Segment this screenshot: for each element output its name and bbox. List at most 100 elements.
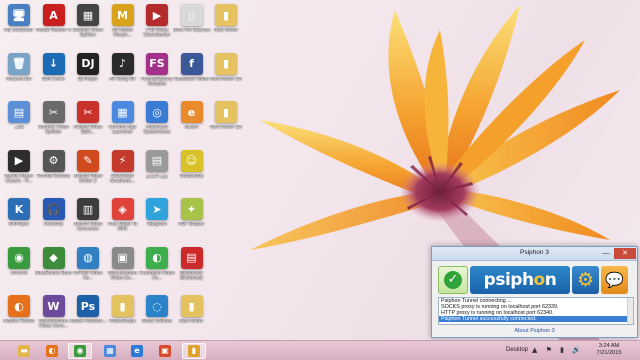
- taskbar: ▬ ◐ ◉ ▦ e ▣ ▮ Desktop ▲ ⚑ ▮ 🔊 3:24 AM 7/21/201…: [0, 340, 640, 360]
- feedback-speech-bubble-icon[interactable]: 💬: [601, 266, 628, 294]
- taskbar-button[interactable]: ▦: [98, 343, 122, 359]
- desktop-shortcut[interactable]: ◌ Glary Utilities: [139, 294, 175, 342]
- desktop-shortcut[interactable]: FS FormatFactory Portable: [139, 52, 175, 100]
- desktop-shortcut[interactable]: ◍ ImTOO Video Co...: [70, 246, 106, 294]
- desktop-shortcut[interactable]: M AV Media Morph...: [105, 3, 141, 51]
- desktop-shortcut[interactable]: ▮ New folder (2): [208, 100, 244, 148]
- chrome-icon: ◉: [8, 246, 30, 269]
- desktop-shortcut[interactable]: ◆ BlueStacks Start: [35, 246, 72, 294]
- psiphon-titlebar[interactable]: Psiphon 3 — ✕: [432, 247, 637, 261]
- desktop-shortcut-label: Telegram: [146, 222, 168, 227]
- download-accelerator-icon: ⚡: [111, 149, 134, 172]
- desktop-shortcut[interactable]: A Adobe Reader X: [36, 3, 72, 51]
- taskbar-button[interactable]: ▣: [153, 343, 177, 359]
- desktop-shortcut[interactable]: ➤ Telegram: [139, 197, 175, 245]
- document-icon: ▤: [8, 101, 30, 123]
- desktop-shortcut[interactable]: ⚙ Format Factory: [36, 149, 72, 197]
- log-line-selected[interactable]: Psiphon Tunnel successfully connected.: [439, 316, 633, 322]
- desktop-shortcut[interactable]: ◉ chrome: [1, 246, 37, 294]
- desktop-shortcut[interactable]: K KMPlayer: [1, 197, 37, 245]
- desktop-shortcut[interactable]: ▤ Dictionary Dictionary: [174, 246, 210, 294]
- desktop-shortcut[interactable]: ▮ New folder: [174, 294, 210, 342]
- psiphon-logo: psiph o n: [470, 266, 570, 294]
- desktop-shortcut[interactable]: ⚡ Download Accelerat...: [105, 149, 141, 197]
- desktop-shortcut[interactable]: ☺ Tubebuddy: [174, 149, 210, 197]
- logo-text-start: psiph: [483, 270, 534, 290]
- desktop-shortcut[interactable]: ▶ Media Player Classic - H...: [1, 149, 37, 197]
- desktop-shortcut-label: PhotoScape: [109, 319, 136, 324]
- desktop-shortcut[interactable]: DJ DJ Player: [70, 52, 106, 100]
- desktop-shortcut[interactable]: ◐ Freemake Video Co...: [139, 246, 175, 294]
- desktop-shortcut[interactable]: ▣ Wondershare Video Co...: [105, 246, 141, 294]
- desktop-icon-grid: 🖥 My computer 🗑 Recycle Bin ▤ قالب ▶ Media Play…: [0, 0, 260, 340]
- desktop-shortcut[interactable]: ▤ وزن الفيديو: [139, 149, 175, 197]
- desktop-shortcut[interactable]: ✦ PDF Shaper: [174, 197, 210, 245]
- desktop-shortcut-label: eLean: [184, 125, 199, 130]
- desktop-shortcut[interactable]: W Wondershare Video Conv...: [36, 294, 72, 342]
- desktop-shortcut[interactable]: ▯ Nitro Pro Express: [173, 3, 210, 51]
- taskbar-button[interactable]: ◐: [40, 343, 64, 359]
- desktop-shortcut[interactable]: ▮ New folder: [208, 3, 244, 51]
- wondershare-icon: W: [42, 295, 65, 317]
- desktop-shortcut[interactable]: ▮ PhotoScape: [105, 294, 141, 342]
- elean-icon: e: [180, 101, 203, 123]
- desktop-shortcut-label: Download Accelerat...: [110, 173, 135, 184]
- system-tray-icons[interactable]: ▲ ⚑ ▮ 🔊: [532, 346, 584, 354]
- desktop-shortcut[interactable]: ✂ Sothink Video Splitter: [36, 100, 72, 148]
- telegram-icon: ➤: [146, 198, 168, 220]
- desktop-shortcut-label: Freemake Video Co...: [139, 270, 175, 281]
- desktop-shortcut-label: Recycle Bin: [6, 76, 32, 82]
- desktop-shortcut[interactable]: ▦ Chrome App Launcher: [105, 100, 141, 148]
- desktop-shortcut-label: Facebook Video: [174, 76, 209, 82]
- wondershare-video-icon: ▣: [111, 246, 134, 269]
- psiphon-banner: ✓ psiph o n ⚙ 💬: [438, 265, 633, 295]
- desktop-shortcut[interactable]: 🗑 Recycle Bin: [1, 52, 37, 100]
- desktop-shortcut-label: وزن الفيديو: [146, 173, 168, 179]
- desktop-shortcut[interactable]: ▦ Sothink Video Splitter: [70, 3, 106, 51]
- taskbar-button[interactable]: e: [125, 343, 149, 359]
- desktop-shortcut[interactable]: ✎ Xilisoft Video Editor 2: [70, 149, 106, 197]
- connected-status-button[interactable]: ✓: [438, 266, 468, 294]
- log-scrollbar[interactable]: [627, 298, 633, 324]
- desktop-shortcut[interactable]: ◐ Mozilla Firefox: [1, 294, 37, 342]
- desktop-shortcut[interactable]: 🎧 Audacity: [36, 197, 72, 245]
- desktop-shortcut[interactable]: ▶ YTD Video Downloader: [139, 3, 175, 51]
- desktop-shortcut-label: DJ Player: [78, 76, 98, 82]
- desktop-shortcut-label: AV Media Morph...: [112, 28, 133, 39]
- desktop-shortcut[interactable]: 🖥 My computer: [1, 3, 37, 51]
- adobe-reader-icon: A: [42, 4, 65, 26]
- desktop-shortcut-label: Wondershare Video Conv...: [38, 319, 69, 330]
- desktop-shortcut[interactable]: Ps Adobe Photosh...: [69, 294, 107, 342]
- desktop-shortcut[interactable]: ▥ Xilisoft Video Converter: [70, 197, 106, 245]
- desktop-shortcut[interactable]: ✂ Xilisoft Video Split...: [70, 100, 106, 148]
- taskbar-clock[interactable]: 3:24 AM 7/21/2015: [586, 343, 632, 357]
- taskbar-button[interactable]: ▮: [182, 343, 206, 359]
- desktop-shortcut[interactable]: ▤ قالب: [1, 100, 37, 148]
- desktop-shortcut[interactable]: e eLean: [174, 100, 210, 148]
- desktop-shortcut[interactable]: ◈ Free Video To MP3: [105, 197, 141, 245]
- freemake-icon: ◐: [146, 246, 168, 269]
- minimize-icon[interactable]: —: [599, 248, 613, 259]
- psiphon-window[interactable]: Psiphon 3 — ✕ ✓ psiph o n ⚙ 💬 Psiphon Tunn…: [431, 246, 638, 338]
- ytd-icon: ▶: [146, 4, 168, 26]
- desktop-toolbar-label[interactable]: Desktop: [506, 347, 528, 353]
- taskbar-button[interactable]: ◉: [68, 343, 92, 359]
- folder-icon: ▮: [111, 295, 134, 317]
- desktop-shortcut-label: KMPlayer: [8, 222, 30, 227]
- desktop-shortcut[interactable]: f Facebook Video: [174, 52, 210, 100]
- desktop-shortcut-label: Format Factory: [37, 173, 70, 179]
- desktop-shortcut[interactable]: ↓ IDM Crack: [36, 52, 72, 100]
- taskbar-button[interactable]: ▬: [12, 343, 36, 359]
- desktop-shortcut-label: chrome: [10, 270, 28, 276]
- desktop-shortcut[interactable]: ▮ New folder (3): [208, 52, 244, 100]
- close-icon[interactable]: ✕: [614, 248, 636, 259]
- folder-icon: ▮: [180, 295, 203, 317]
- settings-gear-icon[interactable]: ⚙: [572, 266, 599, 294]
- connection-log[interactable]: Psiphon Tunnel connecting ... SOCKS prox…: [438, 297, 634, 325]
- desktop-shortcut[interactable]: ◎ Advanced SystemCare: [139, 100, 175, 148]
- desktop-shortcut-label: Xilisoft Video Split...: [73, 125, 103, 136]
- desktop-shortcut-label: قالب: [14, 125, 24, 130]
- desktop-shortcut[interactable]: ♪ AV Song Gif: [105, 52, 141, 100]
- desktop-shortcut-label: Audacity: [43, 222, 64, 227]
- about-psiphon-link[interactable]: About Psiphon 3: [432, 328, 637, 334]
